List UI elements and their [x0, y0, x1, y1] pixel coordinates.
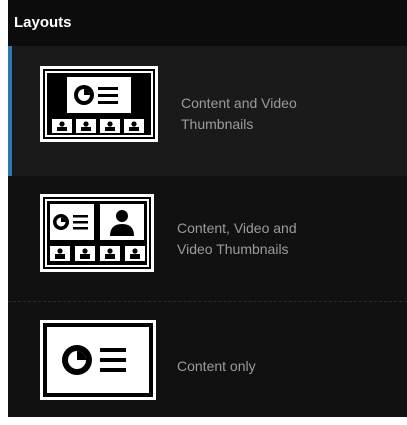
content-and-video-thumbnails-icon — [40, 66, 158, 142]
layout-label: Content, Video and Video Thumbnails — [177, 220, 297, 257]
layout-option-content-and-video-thumbnails[interactable]: Content and Video Thumbnails — [8, 46, 407, 176]
content-video-and-video-thumbnails-icon — [40, 194, 154, 272]
layout-option-content-only[interactable]: Content only — [8, 303, 407, 417]
layout-option-content-video-and-video-thumbnails[interactable]: Content, Video and Video Thumbnails — [8, 176, 407, 302]
layouts-panel: Layouts Content and Video Thumbnails Con… — [8, 0, 407, 417]
content-only-icon — [40, 320, 156, 400]
layout-label: Content and Video Thumbnails — [181, 95, 297, 132]
layout-label: Content only — [177, 358, 256, 374]
layouts-header: Layouts — [8, 0, 407, 46]
